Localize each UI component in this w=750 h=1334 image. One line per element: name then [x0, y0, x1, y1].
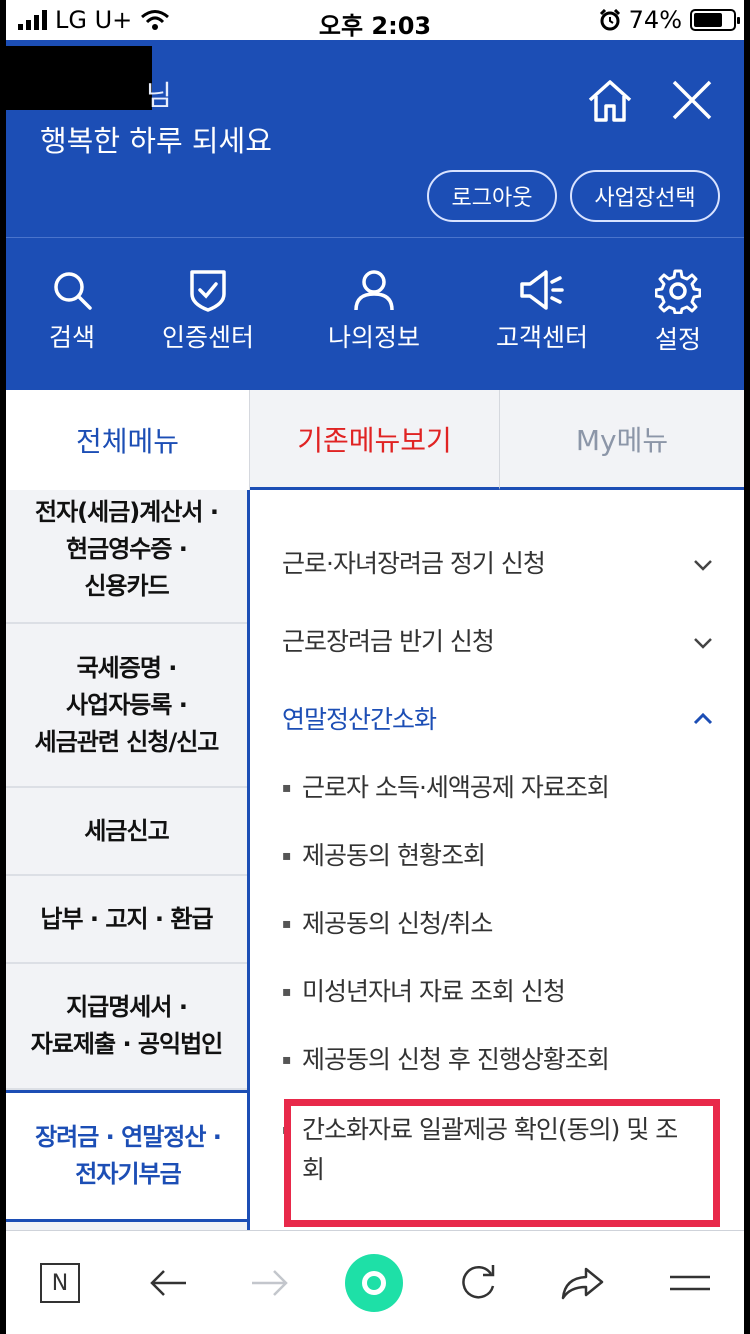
quick-search-label: 검색 — [48, 323, 95, 352]
refresh-button[interactable] — [450, 1255, 506, 1311]
user-icon — [354, 270, 394, 311]
logout-button[interactable]: 로그아웃 — [427, 170, 557, 222]
business-select-button[interactable]: 사업장선택 — [570, 170, 720, 222]
browser-toolbar: N — [6, 1230, 744, 1334]
category-incentive-line1: 장려금 · 연말정산 · — [35, 1123, 222, 1151]
status-right: 74% — [599, 6, 740, 34]
quick-cert-center[interactable]: 인증센터 — [148, 268, 268, 354]
quick-settings[interactable]: 설정 — [618, 268, 738, 356]
section-earned-income-half[interactable]: 근로장려금 반기 신청 — [282, 622, 495, 658]
tabs-icon: N — [40, 1263, 80, 1303]
category-menu: 전자(세금)계산서 · 현금영수증 · 신용카드 국세증명 · 사업자등록 · … — [6, 490, 250, 1230]
quick-my-info-label: 나의정보 — [327, 323, 420, 352]
category-tax-certificate-line2: 사업자등록 · — [66, 690, 188, 719]
search-icon — [54, 272, 92, 310]
category-tax-certificate-line1: 국세증명 · — [76, 653, 178, 682]
tab-legacy-menu[interactable]: 기존메뉴보기 — [250, 390, 500, 490]
sub-item-income-deduction[interactable]: 근로자 소득·세액공제 자료조회 — [282, 768, 682, 808]
close-icon — [672, 80, 712, 120]
forward-icon — [252, 1270, 288, 1296]
highlight-box — [284, 1099, 720, 1227]
quick-cert-label: 인증센터 — [161, 323, 254, 352]
category-payment-statement-line2: 자료제출 · 공익법인 — [30, 1030, 223, 1058]
home-button[interactable] — [584, 74, 636, 126]
category-e-invoice-line1: 전자(세금)계산서 · — [35, 497, 219, 526]
category-payment-statement[interactable]: 지급명세서 · 자료제출 · 공익법인 — [6, 964, 247, 1090]
greeting-text: 행복한 하루 되세요 — [40, 124, 272, 158]
category-payment[interactable]: 납부 · 고지 · 환급 — [6, 876, 247, 964]
redacted-username — [6, 46, 152, 110]
sub-item-consent-apply[interactable]: 제공동의 신청/취소 — [282, 904, 682, 944]
category-e-invoice[interactable]: 전자(세금)계산서 · 현금영수증 · 신용카드 — [6, 490, 247, 624]
category-tax-report[interactable]: 세금신고 — [6, 788, 247, 876]
screen: LG U+ 오후 2:03 74% 님 행복한 하루 되세요 로그아웃 사업장선… — [6, 0, 744, 1334]
naver-home-button[interactable] — [344, 1253, 404, 1313]
chevron-up-icon[interactable] — [690, 706, 716, 732]
status-bar: LG U+ 오후 2:03 74% — [6, 0, 744, 40]
tab-my-menu[interactable]: My메뉴 — [500, 390, 744, 490]
tab-all-menu[interactable]: 전체메뉴 — [6, 390, 250, 490]
close-button[interactable] — [666, 74, 718, 126]
category-payment-statement-line1: 지급명세서 · — [66, 993, 188, 1021]
home-ball-icon — [345, 1254, 403, 1312]
section-year-end-simplified[interactable]: 연말정산간소화 — [282, 700, 437, 736]
category-incentive-year-end[interactable]: 장려금 · 연말정산 · 전자기부금 — [6, 1090, 247, 1222]
menu-button[interactable] — [662, 1255, 718, 1311]
share-icon — [561, 1267, 604, 1300]
alarm-icon — [599, 9, 620, 31]
forward-button[interactable] — [242, 1255, 298, 1311]
gear-icon — [655, 269, 701, 314]
tabs-button[interactable]: N — [32, 1255, 88, 1311]
category-tax-certificate-line3: 세금관련 신청/신고 — [34, 727, 220, 756]
home-icon — [588, 80, 632, 122]
back-button[interactable] — [140, 1255, 196, 1311]
greeting-suffix: 님 — [146, 79, 172, 112]
category-incentive-line2: 전자기부금 — [75, 1160, 181, 1188]
section-earned-income-regular[interactable]: 근로·자녀장려금 정기 신청 — [282, 544, 546, 580]
quick-my-info[interactable]: 나의정보 — [314, 268, 434, 354]
chevron-down-icon[interactable] — [690, 552, 716, 578]
back-icon — [150, 1270, 186, 1296]
sub-item-consent-status[interactable]: 제공동의 현황조회 — [282, 836, 682, 876]
category-e-invoice-line2: 현금영수증 · — [66, 534, 188, 563]
sub-item-consent-progress[interactable]: 제공동의 신청 후 진행상황조회 — [282, 1040, 682, 1080]
header-divider — [6, 237, 744, 238]
category-tax-certificate[interactable]: 국세증명 · 사업자등록 · 세금관련 신청/신고 — [6, 624, 247, 788]
category-tax-report-label: 세금신고 — [84, 816, 169, 845]
menu-icon — [670, 1275, 710, 1291]
category-e-invoice-line3: 신용카드 — [84, 571, 169, 600]
category-payment-label: 납부 · 고지 · 환급 — [40, 904, 213, 933]
shield-check-icon — [190, 270, 226, 312]
submenu-panel: 근로·자녀장려금 정기 신청 근로장려금 반기 신청 연말정산간소화 근로자 소… — [250, 490, 744, 1230]
battery-percent: 74% — [628, 6, 682, 34]
quick-search[interactable]: 검색 — [12, 268, 132, 354]
header: 님 행복한 하루 되세요 로그아웃 사업장선택 검색 인증센터 나의정보 고객센… — [6, 40, 744, 390]
chevron-down-icon[interactable] — [690, 630, 716, 656]
sub-item-minor-child[interactable]: 미성년자녀 자료 조회 신청 — [282, 972, 682, 1012]
battery-icon — [690, 9, 740, 31]
megaphone-icon — [520, 270, 564, 310]
quick-customer-label: 고객센터 — [495, 323, 588, 352]
refresh-icon — [462, 1265, 495, 1299]
quick-settings-label: 설정 — [654, 325, 701, 354]
share-button[interactable] — [554, 1255, 610, 1311]
menu-tabs: 전체메뉴 기존메뉴보기 My메뉴 — [6, 390, 744, 490]
quick-customer-center[interactable]: 고객센터 — [482, 268, 602, 354]
